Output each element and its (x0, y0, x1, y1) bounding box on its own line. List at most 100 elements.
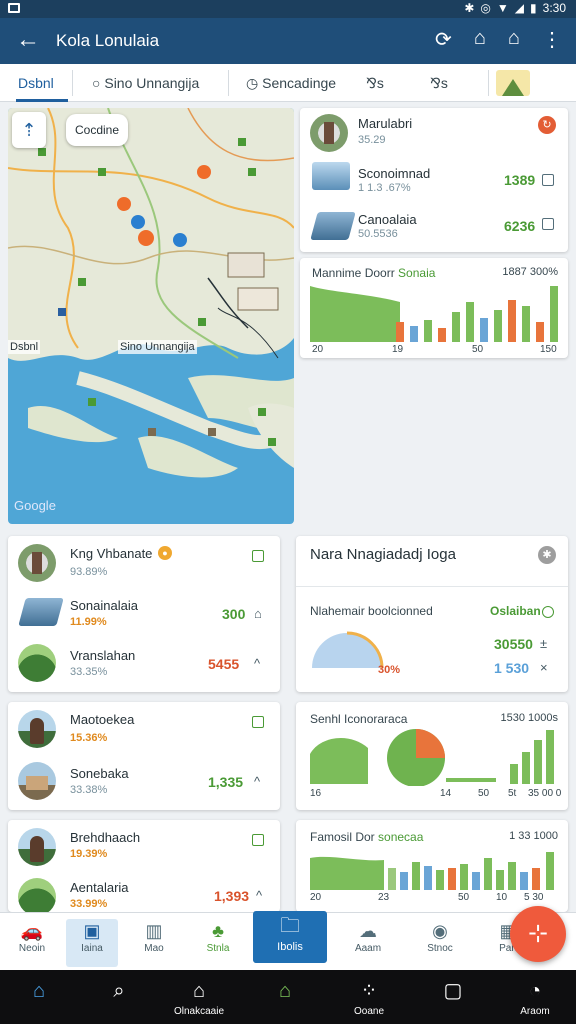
row-name: Sconoimnad (358, 166, 431, 181)
tick-label: 50 (478, 788, 490, 799)
row-checkbox[interactable] (542, 174, 554, 186)
bar-chart (310, 286, 558, 342)
tick-label: 23 (378, 892, 390, 903)
alert-badge[interactable]: ↻ (538, 116, 556, 134)
sys-apps[interactable]: ⁘ Ooane (334, 976, 404, 1017)
nav-item-aaam[interactable]: ☁ Aaam (342, 919, 394, 967)
sys-bank[interactable]: ⌂ Olnakcaaie (164, 976, 234, 1017)
sys-square[interactable]: ▢ (418, 976, 488, 1006)
tab-bar: Dsbnl ○ Sino Unnangija ◷ Sencadinge ⅋s ⅋… (0, 64, 576, 157)
layers-button[interactable]: ⇡ (12, 112, 46, 148)
location-thumbnail (310, 212, 356, 240)
tab-4[interactable]: ⅋s (366, 64, 384, 102)
panel-value: 1 530 (494, 660, 530, 676)
close-icon[interactable]: × (540, 660, 548, 675)
row-name: Kng Vhbanate (70, 546, 153, 561)
tick-label: 5t (508, 788, 517, 799)
place-avatar (18, 644, 56, 682)
square-icon: ▢ (443, 980, 463, 1002)
nav-item-stnoc[interactable]: ◉ Stnoc (414, 919, 466, 967)
home-alt-icon[interactable]: ⌂ (508, 27, 520, 52)
vibrate-icon: ◎ (480, 1, 491, 15)
tick-label: 5 30 (524, 892, 544, 903)
card-subtitle: 35.29 (358, 134, 386, 146)
map-graphic (8, 108, 294, 478)
sys-search[interactable]: ⌕ (84, 976, 154, 1006)
nav-item-neoin[interactable]: 🚗 Neoin (6, 919, 58, 967)
tick-label: 50 (472, 344, 484, 355)
circle-icon: ○ (92, 75, 105, 91)
map-view[interactable]: ⇡ Cocdine Dsbnl Sino Unnangija Google (8, 108, 294, 524)
settings-icon[interactable]: ✱ (538, 546, 556, 564)
combo-chart (310, 729, 554, 786)
gauge-value: 30% (378, 664, 401, 676)
sys-home-outline[interactable]: ⌂ (250, 976, 320, 1006)
nav-item-stnla[interactable]: ♣ Stnla (192, 919, 244, 967)
chart-title: Famosil Dor sonecaa (310, 830, 424, 844)
tick-label: 14 (440, 788, 452, 799)
row-value: 300 (222, 606, 246, 622)
dollar-icon[interactable] (542, 606, 554, 618)
more-icon[interactable]: ⋮ (542, 27, 562, 52)
map-credit: Google (14, 498, 56, 513)
chart-card: Senhl Iconoraraca 1530 1000s 16 14 50 5t… (296, 702, 568, 810)
location-thumbnail (312, 162, 350, 190)
map-label: Sino Unnangija (118, 340, 197, 354)
map-icon: ▥ (145, 921, 163, 941)
nav-item-ibolis[interactable]: 🗀 Ibolis (253, 911, 327, 963)
tick-label: 16 (310, 788, 322, 799)
chart-value: 1887 300% (502, 266, 558, 278)
chart-card: Famosil Dor sonecaa 1 33 1000 20 23 50 1… (296, 820, 568, 912)
row-sub: 19.39% (70, 848, 108, 860)
row-name: Sonebaka (70, 766, 129, 781)
nav-item-mao[interactable]: ▥ Mao (128, 919, 180, 967)
crosshair-icon: ⊹ (527, 920, 549, 947)
panel-title: Nara Nnagiadadj Ioga (310, 546, 456, 563)
info-icon: ● (158, 546, 172, 560)
nav-item-iaina[interactable]: ▣ Iaina (66, 919, 118, 967)
place-avatar (18, 878, 56, 916)
bank-icon: ⌂ (192, 980, 206, 1002)
landscape-thumbnail[interactable] (496, 70, 530, 96)
tab-sencadinge[interactable]: ◷ Sencadinge (246, 64, 336, 102)
back-arrow-icon[interactable]: ← (16, 26, 40, 54)
row-sub: 1 1.3 .67% (358, 182, 411, 194)
plus-minus-icon[interactable]: ± (540, 636, 547, 651)
row-checkbox[interactable] (542, 218, 554, 230)
home-icon[interactable]: ⌂ (474, 27, 486, 52)
sys-bell[interactable]: ◔ Araom (500, 976, 570, 1017)
tab-dsbnl[interactable]: Dsbnl (16, 64, 68, 102)
row-name: Vranslahan (70, 648, 136, 663)
edit-icon[interactable] (252, 716, 264, 728)
tick-label: 150 (540, 344, 557, 355)
tree-icon: ♣ (212, 921, 224, 941)
home-icon[interactable]: ⌂ (254, 606, 262, 621)
row-sub: 15.36% (70, 732, 108, 744)
chart-value: 1 33 1000 (509, 830, 558, 842)
share-icon[interactable]: ⟳ (435, 27, 452, 52)
layers-icon: ⇡ (21, 120, 37, 140)
person-avatar (18, 828, 56, 866)
signal-icon: ◢ (514, 1, 525, 15)
edit-icon[interactable] (252, 834, 264, 846)
map-chip[interactable]: Cocdine (66, 114, 128, 146)
chevron-up-icon[interactable]: ^ (254, 774, 260, 789)
panel-subtitle: Nlahemair boolcionned (310, 604, 433, 618)
row-sub: 33.38% (70, 784, 108, 796)
summary-card: Marulabri 35.29 ↻ Sconoimnad 1 1.3 .67% … (300, 108, 568, 252)
chevron-up-icon[interactable]: ^ (256, 888, 262, 903)
location-thumbnail (18, 598, 64, 626)
tab-sino[interactable]: ○ Sino Unnangija (92, 64, 199, 102)
gauge-chart (312, 631, 384, 669)
fab-add-button[interactable]: ⊹ (510, 906, 566, 962)
tick-label: 20 (310, 892, 322, 903)
place-avatar (18, 544, 56, 582)
sys-home[interactable]: ⌂ (4, 976, 74, 1006)
list-card: Brehdhaach 19.39% Aentalaria 33.99% 1,39… (8, 820, 280, 916)
page-title: Kola Lonulaia (56, 31, 160, 50)
clock-icon: ◷ (246, 75, 263, 91)
tab-5[interactable]: ⅋s (430, 64, 448, 102)
edit-icon[interactable] (252, 550, 264, 562)
chevron-up-icon[interactable]: ^ (254, 656, 260, 671)
apps-icon: ⁘ (360, 980, 378, 1002)
